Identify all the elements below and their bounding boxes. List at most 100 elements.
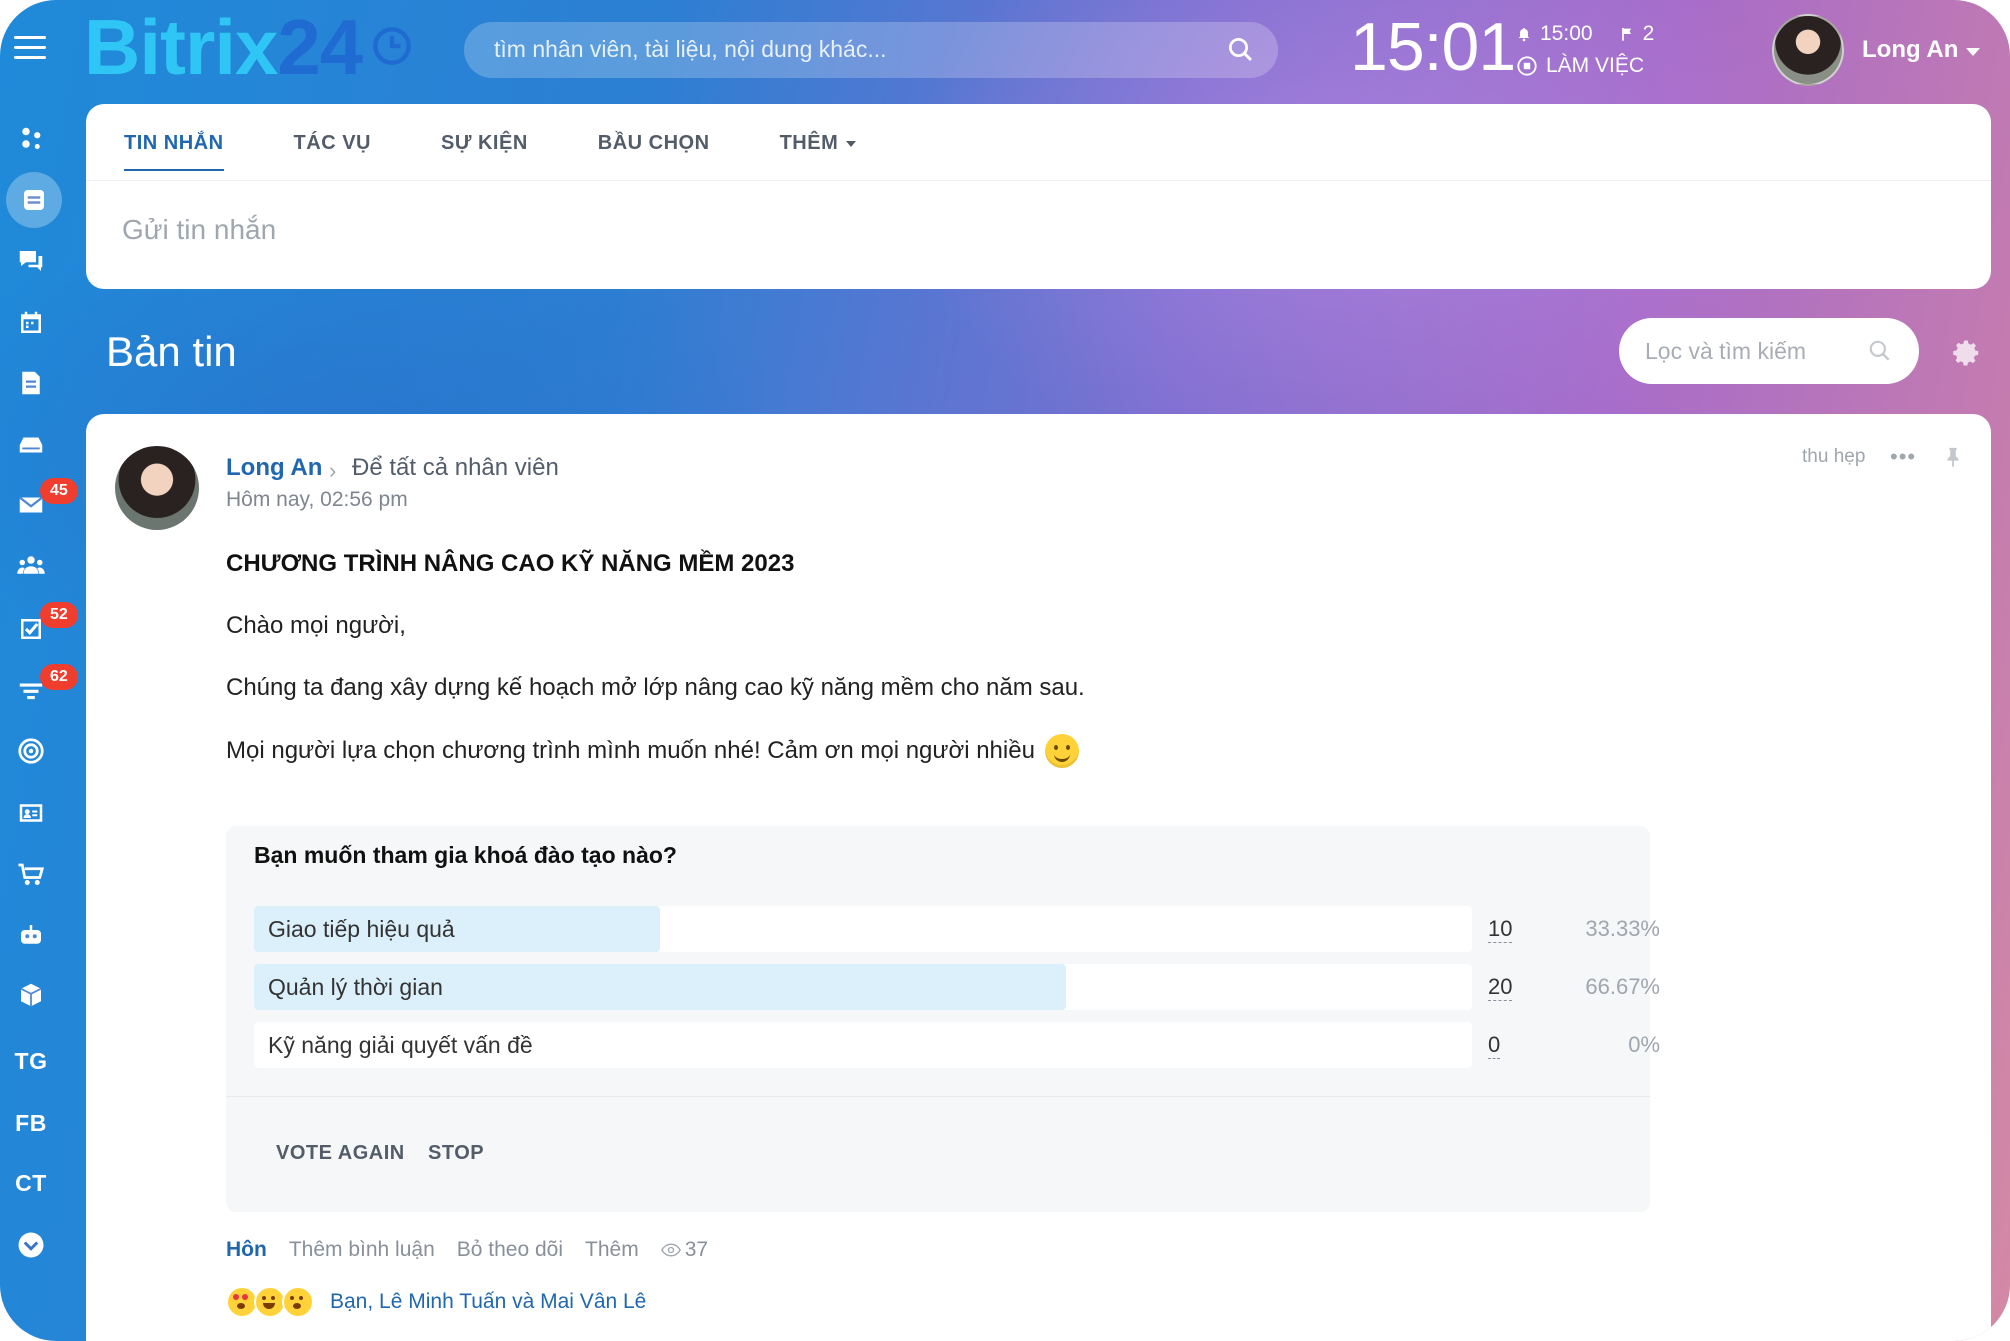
logo-text: 24	[277, 3, 363, 91]
smile-emoji-icon	[1044, 734, 1079, 768]
feed-post: Long An › Để tất cả nhân viên Hôm nay, 0…	[86, 414, 1991, 1341]
tab-messages[interactable]: TIN NHẮN	[124, 132, 224, 171]
post-paragraph: Chúng ta đang xây dựng kế hoạch mở lớp n…	[226, 674, 1085, 701]
sidebar-item-ct[interactable]: CT	[0, 1156, 62, 1210]
chevron-down-icon[interactable]	[1966, 48, 1980, 56]
left-sidebar: 45 52 62 TG FB CT	[0, 0, 86, 1341]
sidebar-item-chat[interactable]	[0, 234, 62, 288]
sidebar-item-shop[interactable]	[0, 848, 62, 902]
poll-option[interactable]: Quản lý thời gian	[254, 964, 1472, 1010]
logo-text: Bitrix	[84, 3, 278, 91]
sidebar-more-button[interactable]	[0, 1218, 62, 1272]
sidebar-item-feed[interactable]	[6, 172, 62, 228]
sidebar-item-collaboration[interactable]	[0, 112, 62, 166]
divider	[226, 1096, 1650, 1097]
search-icon[interactable]	[1226, 35, 1256, 65]
feed-icon	[24, 190, 44, 210]
cart-icon	[18, 863, 45, 885]
stop-circle-icon	[1517, 56, 1537, 76]
tasks-badge: 52	[40, 602, 78, 628]
pin-icon[interactable]	[1942, 444, 1964, 470]
robot-icon	[21, 925, 41, 944]
view-count: 37	[684, 1238, 709, 1261]
post-author[interactable]: Long An	[226, 454, 322, 482]
chevron-down-icon	[846, 140, 857, 147]
add-comment-button[interactable]: Thêm bình luận	[289, 1238, 435, 1262]
sidebar-item-employees[interactable]	[0, 538, 62, 592]
gear-icon[interactable]	[1952, 338, 1982, 368]
sidebar-item-documents[interactable]	[0, 356, 62, 410]
avatar[interactable]	[115, 446, 199, 530]
bitrix24-logo[interactable]: Bitrix24	[84, 2, 363, 93]
poll-option-count[interactable]: 20	[1488, 974, 1513, 1001]
calendar-icon	[21, 311, 41, 333]
more-button[interactable]: Thêm	[585, 1238, 639, 1262]
wow-reaction-icon	[282, 1286, 314, 1318]
global-search[interactable]: tìm nhân viên, tài liệu, nội dung khác..…	[464, 22, 1278, 78]
work-clock[interactable]: 15:01	[1350, 8, 1516, 86]
poll-option-percent: 33.33%	[1585, 916, 1660, 941]
sidebar-item-calendar[interactable]	[0, 296, 62, 350]
like-button[interactable]: Hôn	[226, 1238, 267, 1262]
alarm-time: 15:00	[1540, 22, 1593, 45]
document-icon	[22, 371, 40, 395]
post-paragraph: Mọi người lựa chọn chương trình mình muố…	[226, 737, 1035, 764]
sidebar-item-market[interactable]	[0, 968, 62, 1022]
hamburger-menu-icon[interactable]	[14, 36, 46, 60]
composer-tabs: TIN NHẮN TÁC VỤ SỰ KIỆN BẦU CHỌN THÊM	[124, 132, 926, 171]
sidebar-item-tg[interactable]: TG	[0, 1034, 62, 1088]
contact-card-icon	[19, 804, 43, 822]
sidebar-item-contacts[interactable]	[0, 786, 62, 840]
work-status[interactable]: 15:00 2 LÀM VIỆC	[1516, 18, 1654, 82]
filter-placeholder: Lọc và tìm kiếm	[1645, 338, 1807, 364]
poll-option[interactable]: Giao tiếp hiệu quả	[254, 906, 1472, 952]
crm-badge: 62	[40, 664, 78, 690]
poll-question: Bạn muốn tham gia khoá đào tạo nào?	[254, 842, 677, 868]
poll: Bạn muốn tham gia khoá đào tạo nào? Giao…	[226, 826, 1660, 1212]
message-input[interactable]: Gửi tin nhắn	[122, 214, 276, 246]
poll-option[interactable]: Kỹ năng giải quyết vấn đề	[254, 1022, 1472, 1068]
chat-icon	[19, 251, 43, 271]
target-icon	[18, 738, 44, 764]
sidebar-item-fb[interactable]: FB	[0, 1096, 62, 1150]
post-timestamp[interactable]: Hôm nay, 02:56 pm	[226, 488, 408, 512]
group-icon	[17, 556, 45, 574]
unfollow-button[interactable]: Bỏ theo dõi	[457, 1238, 563, 1262]
more-options-icon[interactable]: •••	[1890, 444, 1916, 470]
poll-option-count[interactable]: 10	[1488, 916, 1513, 943]
vote-again-button[interactable]: VOTE AGAIN	[276, 1142, 405, 1165]
poll-option-percent: 66.67%	[1585, 974, 1660, 999]
search-icon[interactable]	[1867, 338, 1893, 364]
eye-icon	[660, 1243, 681, 1257]
app-window: 45 52 62 TG FB CT Bitrix24 tìm nhân viên…	[0, 0, 2010, 1341]
chevron-right-icon: ›	[329, 458, 337, 483]
tab-polls[interactable]: BẦU CHỌN	[598, 132, 710, 171]
clock-icon	[373, 27, 411, 65]
poll-option-label: Giao tiếp hiệu quả	[268, 916, 455, 942]
poll-option-count[interactable]: 0	[1488, 1032, 1501, 1059]
flag-icon	[1621, 28, 1631, 41]
work-status-label: LÀM VIỆC	[1546, 54, 1645, 77]
reaction-users[interactable]: Bạn, Lê Minh Tuấn và Mai Vân Lê	[330, 1290, 646, 1314]
post-destination[interactable]: Để tất cả nhân viên	[352, 454, 559, 482]
tab-events[interactable]: SỰ KIỆN	[441, 132, 528, 171]
flag-count: 2	[1642, 22, 1655, 45]
drive-icon	[19, 437, 43, 453]
divider	[86, 180, 1991, 181]
sidebar-item-drive[interactable]	[0, 418, 62, 472]
collapse-link[interactable]: thu hẹp	[1802, 446, 1865, 468]
tab-more[interactable]: THÊM	[780, 132, 857, 171]
stop-poll-button[interactable]: STOP	[428, 1142, 484, 1165]
sidebar-item-automation[interactable]	[0, 908, 62, 962]
post-paragraph-line: Mọi người lựa chọn chương trình mình muố…	[226, 734, 1079, 768]
filter-search-input[interactable]: Lọc và tìm kiếm	[1619, 318, 1919, 384]
sidebar-item-goals[interactable]	[0, 724, 62, 778]
avatar[interactable]	[1772, 14, 1844, 86]
page-title: Bản tin	[106, 328, 237, 375]
tab-tasks[interactable]: TÁC VỤ	[294, 132, 371, 171]
poll-option-percent: 0%	[1628, 1032, 1660, 1057]
reactions[interactable]: Bạn, Lê Minh Tuấn và Mai Vân Lê	[226, 1286, 646, 1318]
search-placeholder: tìm nhân viên, tài liệu, nội dung khác..…	[494, 36, 887, 62]
user-menu-name[interactable]: Long An	[1862, 36, 1958, 64]
box-icon	[20, 983, 42, 1007]
